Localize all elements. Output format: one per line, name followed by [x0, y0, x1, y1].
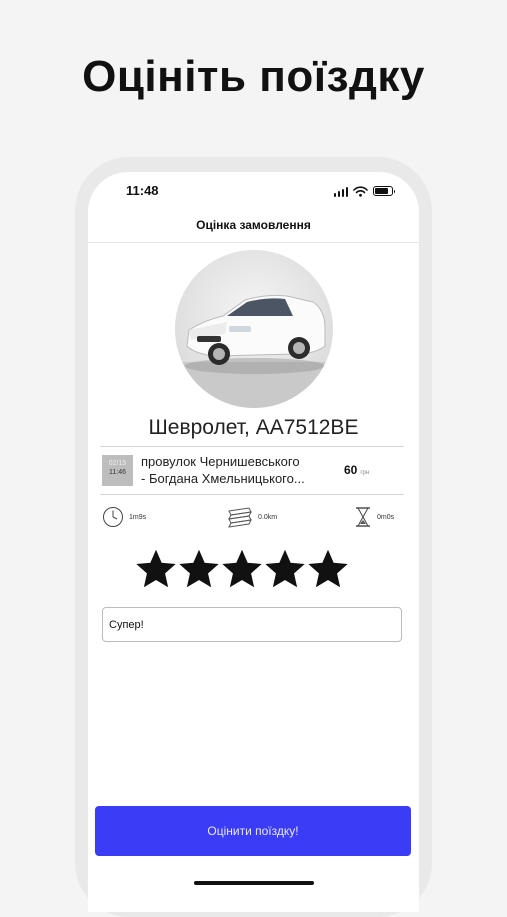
star-icon[interactable]: [179, 549, 219, 589]
phone-screen: 11:48 Оцінка замовлення Шевролет, АА7512…: [88, 172, 419, 912]
duration-value: 1m9s: [129, 513, 147, 521]
distance-stat: 0.0km: [227, 506, 277, 528]
car-name: Шевролет, АА7512ВЕ: [148, 416, 359, 439]
car-photo: [175, 250, 333, 408]
comment-input[interactable]: [102, 607, 402, 642]
trip-route: провулок Чернишевського - Богдана Хмельн…: [141, 454, 336, 488]
clock-icon: [103, 507, 123, 527]
promo-title: Оцініть поїздку: [82, 52, 425, 101]
wait-stat: 0m0s: [354, 506, 394, 528]
submit-rating-button[interactable]: Оцінити поїздку!: [95, 806, 411, 856]
distance-value: 0.0km: [258, 513, 278, 521]
hourglass-icon: [356, 507, 370, 527]
screen-title: Оцінка замовлення: [196, 218, 311, 232]
route-line-2: - Богдана Хмельницького...: [141, 470, 305, 486]
divider: [100, 446, 404, 447]
status-time: 11:48: [126, 183, 159, 198]
star-icon[interactable]: [265, 549, 305, 589]
wifi-icon: [353, 185, 368, 197]
signal-icon: [333, 186, 348, 197]
route-line-1: провулок Чернишевського: [141, 454, 300, 469]
trip-date-badge: 02/15 11:46: [102, 455, 133, 486]
status-bar: 11:48: [88, 172, 419, 210]
star-icon[interactable]: [136, 549, 176, 589]
trip-time: 11:46: [109, 469, 126, 477]
divider: [100, 494, 404, 495]
price-currency: грн: [360, 470, 370, 476]
trip-price: 60 грн: [344, 463, 369, 477]
status-icons: [333, 184, 395, 198]
home-indicator[interactable]: [194, 881, 314, 885]
header-divider: [88, 242, 419, 243]
duration-stat: 1m9s: [102, 506, 146, 528]
rating-stars[interactable]: [136, 549, 348, 589]
trip-date: 02/15: [108, 460, 127, 467]
wait-value: 0m0s: [377, 513, 395, 521]
star-icon[interactable]: [222, 549, 262, 589]
star-icon[interactable]: [308, 549, 348, 589]
battery-icon: [373, 186, 395, 196]
price-value: 60: [344, 463, 358, 477]
road-icon: [228, 507, 252, 528]
